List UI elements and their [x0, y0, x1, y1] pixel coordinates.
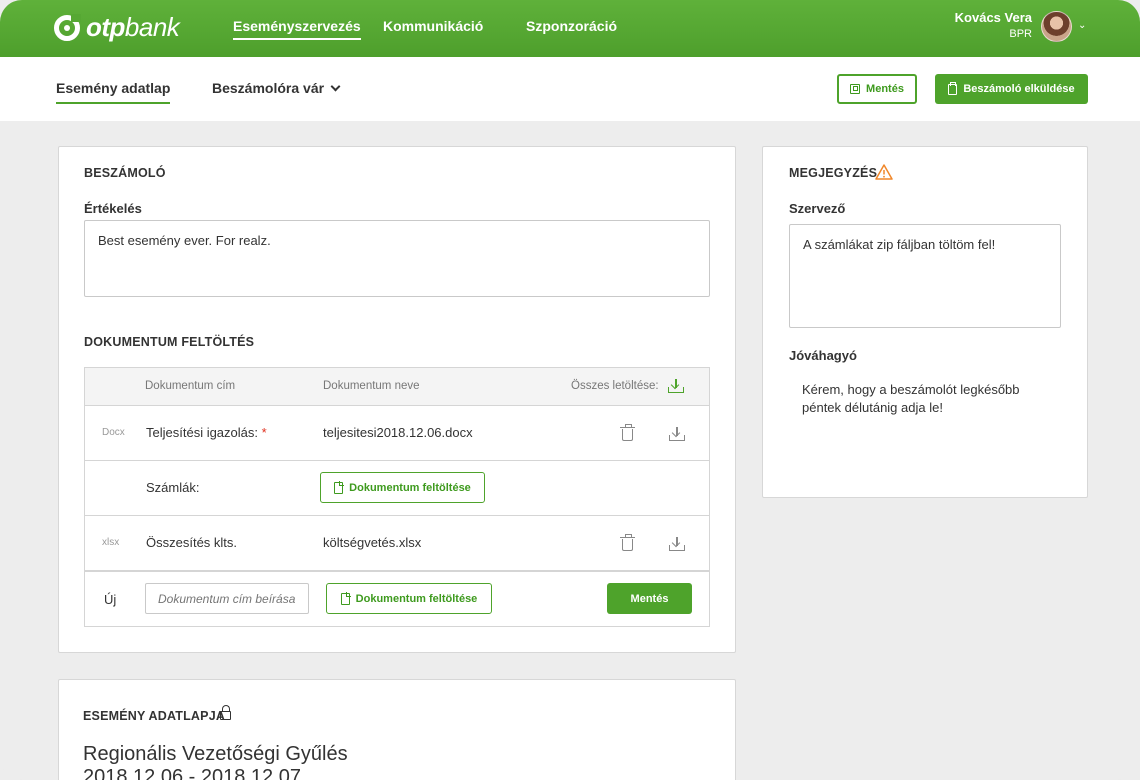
document-icon	[334, 480, 345, 494]
chevron-down-icon[interactable]: ⌄	[1078, 20, 1086, 31]
required-marker: *	[261, 425, 267, 440]
save-new-document-button[interactable]: Mentés	[607, 583, 692, 614]
sub-header: Esemény adatlap Beszámolóra vár Mentés B…	[0, 57, 1140, 121]
status-dropdown[interactable]: Beszámolóra vár	[212, 80, 341, 96]
user-menu[interactable]: Kovács Vera BPR	[955, 10, 1032, 40]
nav-item-esemenyszervezes[interactable]: Eseményszervezés	[233, 18, 361, 40]
warning-icon	[875, 164, 893, 180]
logo-text-light: bank	[124, 12, 180, 42]
nav-item-szponzoracio[interactable]: Szponzoráció	[526, 18, 617, 34]
table-row: xlsx Összesítés klts. költségvetés.xlsx	[85, 516, 709, 571]
avatar[interactable]	[1041, 11, 1072, 42]
logo-text-bold: otp	[86, 12, 125, 42]
document-title: Teljesítési igazolás: *	[146, 425, 267, 440]
top-navigation: otpbank Eseményszervezés Kommunikáció Sz…	[0, 0, 1140, 57]
tab-esemeny-adatlap[interactable]: Esemény adatlap	[56, 80, 171, 104]
trash-icon[interactable]	[620, 534, 635, 551]
clipboard-icon	[948, 81, 958, 95]
otpbank-logo[interactable]: otpbank	[54, 12, 180, 43]
user-role: BPR	[1009, 28, 1032, 40]
download-icon[interactable]	[669, 537, 685, 551]
send-report-label: Beszámoló elküldése	[963, 83, 1075, 95]
upload-new-document-label: Dokumentum feltöltése	[355, 592, 478, 605]
table-row: Számlák: Dokumentum feltöltése	[85, 461, 709, 516]
approver-label: Jóváhagyó	[789, 348, 857, 363]
document-filename[interactable]: költségvetés.xlsx	[323, 535, 421, 550]
evaluation-textarea[interactable]: Best esemény ever. For realz.	[84, 220, 710, 297]
download-icon[interactable]	[669, 427, 685, 441]
report-section-title: BESZÁMOLÓ	[84, 166, 166, 180]
new-document-row: Új Dokumentum feltöltése Mentés	[85, 571, 709, 627]
organizer-label: Szervező	[789, 201, 846, 216]
table-header: Dokumentum cím Dokumentum neve Összes le…	[85, 368, 709, 406]
event-dates: 2018.12.06 - 2018.12.07	[83, 766, 301, 780]
note-section-title: MEGJEGYZÉS	[789, 166, 878, 180]
save-icon	[850, 84, 861, 94]
evaluation-label: Értékelés	[84, 201, 142, 216]
trash-icon[interactable]	[620, 424, 635, 441]
document-title: Számlák:	[146, 480, 200, 495]
upload-section-title: DOKUMENTUM FELTÖLTÉS	[84, 335, 255, 349]
upload-document-button[interactable]: Dokumentum feltöltése	[320, 472, 485, 503]
document-title-text: Teljesítési igazolás:	[146, 425, 258, 440]
user-name: Kovács Vera	[954, 10, 1032, 25]
file-type-label: xlsx	[102, 537, 120, 548]
send-report-button[interactable]: Beszámoló elküldése	[935, 74, 1088, 104]
upload-document-label: Dokumentum feltöltése	[349, 481, 471, 494]
documents-table: Dokumentum cím Dokumentum neve Összes le…	[84, 367, 710, 627]
approver-note-text: Kérem, hogy a beszámolót legkésőbb pénte…	[802, 382, 1020, 415]
new-row-label: Új	[104, 592, 117, 607]
download-all-label: Összes letöltése:	[571, 380, 659, 392]
nav-item-kommunikacio[interactable]: Kommunikáció	[383, 18, 483, 34]
event-section-title: ESEMÉNY ADATLAPJA	[83, 709, 226, 723]
table-row: Docx Teljesítési igazolás: * teljesitesi…	[85, 406, 709, 461]
column-header-name: Dokumentum neve	[323, 380, 420, 392]
document-title-input[interactable]	[145, 583, 309, 614]
document-title: Összesítés klts.	[146, 535, 238, 550]
column-header-title: Dokumentum cím	[145, 380, 236, 392]
file-type-label: Docx	[102, 427, 125, 438]
save-button[interactable]: Mentés	[837, 74, 917, 104]
event-name: Regionális Vezetőségi Gyűlés	[83, 743, 348, 765]
page: otpbank Eseményszervezés Kommunikáció Sz…	[0, 0, 1140, 780]
organizer-note-textarea[interactable]: A számlákat zip fáljban töltöm fel!	[789, 224, 1061, 328]
download-all-icon[interactable]	[668, 379, 684, 393]
chevron-down-icon	[330, 81, 341, 91]
save-button-label: Mentés	[866, 83, 904, 95]
status-label: Beszámolóra vár	[212, 80, 325, 96]
document-filename[interactable]: teljesitesi2018.12.06.docx	[323, 425, 473, 440]
lock-icon	[220, 705, 231, 720]
upload-new-document-button[interactable]: Dokumentum feltöltése	[326, 583, 492, 614]
document-icon	[340, 591, 351, 605]
otp-logo-icon	[54, 13, 81, 41]
